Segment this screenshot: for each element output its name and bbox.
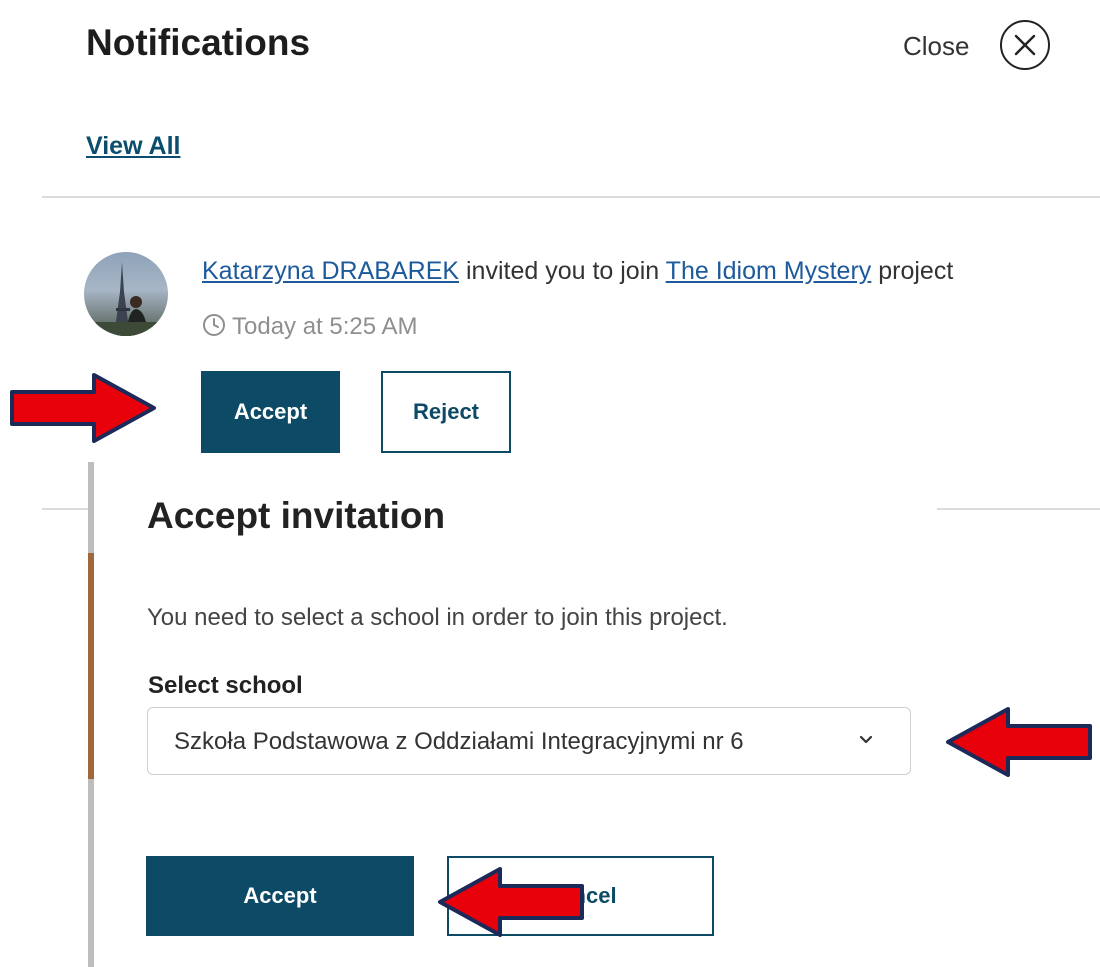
timestamp-text: Today at 5:25 AM: [232, 313, 418, 340]
chevron-down-icon: [859, 735, 873, 744]
divider: [42, 196, 1100, 198]
annotation-arrow-icon: [10, 373, 156, 443]
reject-button[interactable]: Reject: [381, 371, 511, 453]
notification-timestamp: Today at 5:25 AM: [202, 313, 417, 341]
annotation-arrow-icon: [946, 707, 1092, 777]
dialog-cancel-button[interactable]: Cancel: [447, 856, 714, 936]
school-select-value: Szkoła Podstawowa z Oddziałami Integracy…: [174, 728, 744, 755]
notification-text: Katarzyna DRABAREK invited you to join T…: [202, 257, 953, 286]
page-title: Notifications: [86, 22, 311, 63]
view-all-link[interactable]: View All: [86, 132, 180, 161]
sender-link[interactable]: Katarzyna DRABAREK: [202, 257, 459, 285]
accept-button[interactable]: Accept: [201, 371, 340, 453]
close-icon: [1014, 34, 1036, 56]
avatar-photo-icon: [84, 262, 168, 336]
school-select[interactable]: Szkoła Podstawowa z Oddziałami Integracy…: [147, 707, 911, 775]
dialog-accept-button[interactable]: Accept: [146, 856, 414, 936]
project-link[interactable]: The Idiom Mystery: [666, 257, 872, 285]
notification-text-end: project: [871, 257, 954, 285]
close-button[interactable]: [1000, 20, 1050, 70]
notification-text-mid: invited you to join: [459, 257, 666, 285]
dialog-accent-bar: [88, 553, 94, 779]
close-link[interactable]: Close: [903, 31, 969, 62]
select-school-label: Select school: [148, 672, 303, 699]
dialog-title: Accept invitation: [147, 495, 446, 536]
dialog-description: You need to select a school in order to …: [147, 604, 728, 631]
clock-icon: [203, 314, 225, 336]
avatar: [84, 252, 168, 336]
